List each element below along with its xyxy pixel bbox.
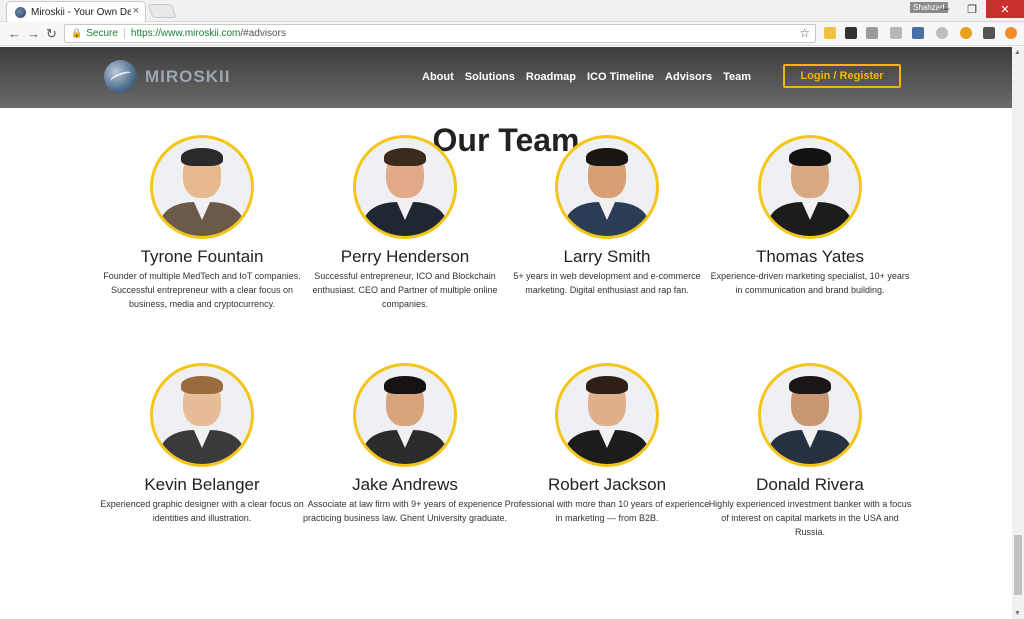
window-controls: — ❐ ✕ [930, 0, 1024, 18]
new-tab-button[interactable] [147, 4, 177, 18]
team-member-photo [353, 135, 457, 239]
team-member-bio: 5+ years in web development and e-commer… [513, 271, 701, 295]
team-member-card: Larry Smith 5+ years in web development a… [497, 135, 717, 297]
team-member-card: Tyrone Fountain Founder of multiple MedTe… [92, 135, 312, 311]
logo-mark-icon [104, 60, 137, 93]
login-register-button[interactable]: Login / Register [783, 64, 901, 88]
window-close-icon[interactable]: ✕ [986, 0, 1024, 18]
extension-icon[interactable] [912, 27, 924, 39]
nav-about[interactable]: About [422, 71, 454, 83]
team-member-card: Jake Andrews Associate at law firm with 9… [295, 363, 515, 525]
team-member-bio: Founder of multiple MedTech and IoT comp… [103, 271, 301, 309]
minimize-icon[interactable]: — [930, 0, 958, 18]
team-member-name: Larry Smith [563, 247, 651, 266]
scroll-up-icon[interactable]: ▲ [1014, 49, 1021, 56]
extension-icon[interactable] [983, 27, 995, 39]
team-member-bio: Highly experienced investment banker wit… [708, 499, 912, 537]
team-member-photo [353, 363, 457, 467]
team-member-name: Tyrone Fountain [140, 247, 264, 266]
team-member-bio: Successful entrepreneur, ICO and Blockch… [312, 271, 498, 309]
team-member-photo [555, 135, 659, 239]
team-member-card: Perry Henderson Successful entrepreneur, … [295, 135, 515, 311]
team-member-photo [758, 363, 862, 467]
scrollbar-thumb[interactable] [1014, 535, 1022, 595]
restore-icon[interactable]: ❐ [958, 0, 986, 18]
team-member-bio: Experienced graphic designer with a clea… [100, 499, 304, 523]
extension-icon[interactable] [1005, 27, 1017, 39]
site-logo[interactable]: MIROSKII [104, 60, 230, 93]
main-nav: About Solutions Roadmap ICO Timeline Adv… [422, 71, 751, 83]
lock-icon: 🔒 [71, 28, 83, 38]
extension-icon[interactable] [960, 27, 972, 39]
nav-solutions[interactable]: Solutions [465, 71, 515, 83]
browser-titlebar: Miroskii - Your Own Dec × Shahzad — ❐ ✕ [0, 0, 1024, 22]
back-icon[interactable]: ← [8, 26, 21, 41]
extension-icon[interactable] [824, 27, 836, 39]
page-viewport: MIROSKII About Solutions Roadmap ICO Tim… [0, 47, 1012, 619]
nav-ico-timeline[interactable]: ICO Timeline [587, 71, 654, 83]
team-member-bio: Experience-driven marketing specialist, … [710, 271, 910, 295]
secure-label: Secure [86, 28, 125, 39]
team-member-card: Donald Rivera Highly experienced investme… [700, 363, 920, 539]
team-member-name: Robert Jackson [547, 475, 667, 494]
logo-text: MIROSKII [145, 66, 231, 86]
url-host: https://www.miroskii.com [130, 28, 241, 39]
team-member-name: Donald Rivera [756, 475, 864, 494]
extension-icon[interactable] [890, 27, 902, 39]
team-member-name: Kevin Belanger [144, 475, 260, 494]
nav-roadmap[interactable]: Roadmap [526, 71, 576, 83]
extension-icon[interactable] [936, 27, 948, 39]
tab-title: Miroskii - Your Own Dec [31, 6, 131, 18]
team-member-photo [150, 363, 254, 467]
team-member-photo [555, 363, 659, 467]
extension-icon[interactable] [845, 27, 857, 39]
team-member-card: Thomas Yates Experience-driven marketing … [700, 135, 920, 297]
bookmark-star-icon[interactable]: ☆ [799, 26, 810, 40]
nav-team[interactable]: Team [723, 71, 751, 83]
reload-icon[interactable]: ↻ [46, 26, 57, 42]
nav-advisors[interactable]: Advisors [665, 71, 712, 83]
team-member-card: Robert Jackson Professional with more tha… [497, 363, 717, 525]
extension-icon[interactable] [866, 27, 878, 39]
site-header: MIROSKII About Solutions Roadmap ICO Tim… [0, 47, 1012, 108]
team-member-name: Jake Andrews [352, 475, 458, 494]
team-member-name: Thomas Yates [755, 247, 865, 266]
team-member-name: Perry Henderson [340, 247, 470, 266]
site-favicon-icon [15, 6, 26, 18]
url-path: /#advisors [240, 28, 286, 39]
team-member-photo [758, 135, 862, 239]
scroll-down-icon[interactable]: ▼ [1014, 610, 1021, 617]
address-bar[interactable]: 🔒 Secure https://www.miroskii.com /#advi… [64, 24, 816, 43]
team-member-bio: Associate at law firm with 9+ years of e… [302, 499, 508, 523]
browser-toolbar: ← → ↻ 🔒 Secure https://www.miroskii.com … [0, 22, 1024, 46]
team-member-card: Kevin Belanger Experienced graphic design… [92, 363, 312, 525]
page-scrollbar[interactable]: ▲ ▼ [1012, 47, 1024, 619]
tab-close-icon[interactable]: × [133, 5, 139, 17]
team-member-bio: Professional with more than 10 years of … [504, 499, 710, 523]
browser-tab[interactable]: Miroskii - Your Own Dec × [6, 1, 146, 22]
forward-icon[interactable]: → [27, 26, 40, 41]
team-member-photo [150, 135, 254, 239]
